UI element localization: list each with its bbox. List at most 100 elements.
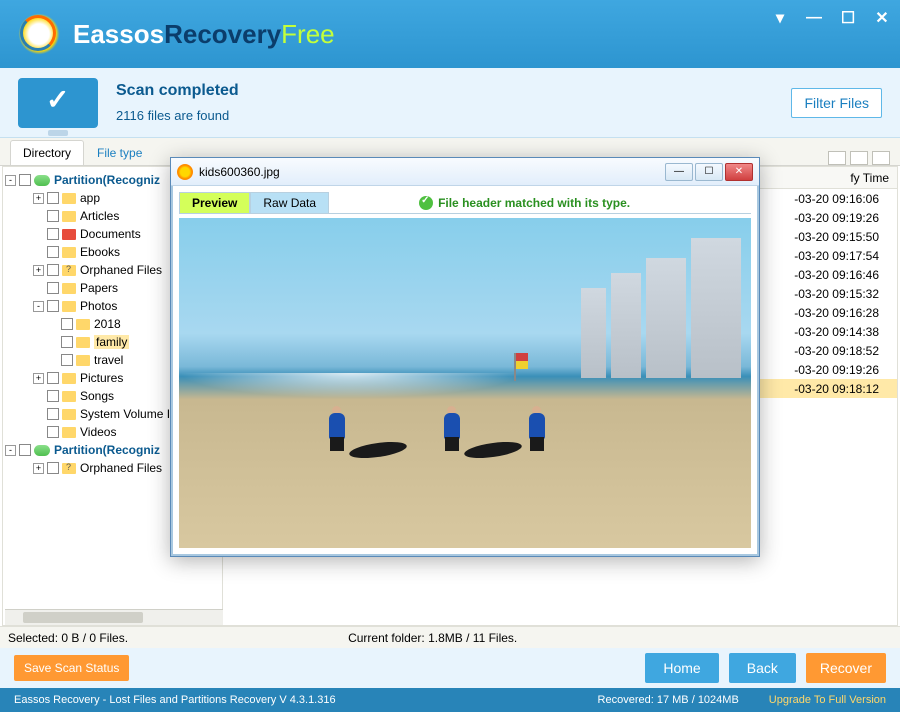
tree-checkbox[interactable] [47, 210, 59, 222]
dialog-file-icon [177, 164, 193, 180]
tab-filetype[interactable]: File type [84, 140, 155, 165]
expander-icon[interactable]: + [33, 265, 44, 276]
app-logo-icon [15, 10, 63, 58]
tree-checkbox[interactable] [61, 354, 73, 366]
view-large-icon[interactable] [828, 151, 846, 165]
col-modify-time[interactable]: fy Time [842, 171, 897, 185]
tree-checkbox[interactable] [19, 444, 31, 456]
tree-checkbox[interactable] [47, 426, 59, 438]
tree-node-label[interactable]: Articles [80, 209, 119, 223]
recover-button[interactable]: Recover [806, 653, 886, 683]
tree-node-label[interactable]: Videos [80, 425, 116, 439]
scan-complete-icon [18, 78, 98, 128]
expander-icon [47, 337, 58, 348]
file-modify-time: -03-20 09:15:32 [794, 287, 879, 301]
expander-icon [33, 409, 44, 420]
expander-icon [33, 229, 44, 240]
tree-node-label[interactable]: Orphaned Files [80, 263, 162, 277]
expander-icon[interactable]: - [5, 445, 16, 456]
tree-node-label[interactable]: Partition(Recogniz [54, 443, 160, 457]
tree-scrollbar-horizontal[interactable] [5, 609, 223, 625]
file-modify-time: -03-20 09:14:38 [794, 325, 879, 339]
tree-node-label[interactable]: app [80, 191, 100, 205]
tree-checkbox[interactable] [61, 336, 73, 348]
view-list-icon[interactable] [850, 151, 868, 165]
file-modify-time: -03-20 09:17:54 [794, 249, 879, 263]
filter-files-button[interactable]: Filter Files [791, 88, 882, 118]
tree-node-label[interactable]: travel [94, 353, 123, 367]
disk-icon [34, 445, 50, 456]
tree-checkbox[interactable] [47, 228, 59, 240]
expander-icon [33, 391, 44, 402]
tree-checkbox[interactable] [47, 408, 59, 420]
tree-node-label[interactable]: Pictures [80, 371, 123, 385]
file-modify-time: -03-20 09:16:46 [794, 268, 879, 282]
tree-node-label[interactable]: Ebooks [80, 245, 120, 259]
tab-preview[interactable]: Preview [179, 192, 250, 213]
tree-node-label[interactable]: Papers [80, 281, 118, 295]
view-detail-icon[interactable] [872, 151, 890, 165]
tree-node-label[interactable]: Songs [80, 389, 114, 403]
dialog-titlebar[interactable]: kids600360.jpg — ☐ ✕ [171, 158, 759, 186]
folder-icon [62, 409, 76, 420]
expander-icon[interactable]: + [33, 373, 44, 384]
minimize-icon[interactable]: — [806, 10, 822, 26]
expander-icon[interactable]: + [33, 463, 44, 474]
dialog-close-icon[interactable]: ✕ [725, 163, 753, 181]
expander-icon [33, 283, 44, 294]
dialog-filename: kids600360.jpg [199, 165, 280, 179]
status-subtitle: 2116 files are found [116, 108, 791, 123]
disk-icon [34, 175, 50, 186]
tree-checkbox[interactable] [19, 174, 31, 186]
tree-checkbox[interactable] [47, 390, 59, 402]
expander-icon [33, 247, 44, 258]
tree-node-label[interactable]: Documents [80, 227, 141, 241]
save-scan-status-button[interactable]: Save Scan Status [14, 655, 129, 681]
tree-checkbox[interactable] [61, 318, 73, 330]
dialog-body: Preview Raw Data File header matched wit… [171, 186, 759, 556]
tree-checkbox[interactable] [47, 372, 59, 384]
home-button[interactable]: Home [645, 653, 718, 683]
tree-checkbox[interactable] [47, 264, 59, 276]
expander-icon[interactable]: + [33, 193, 44, 204]
folder-icon [62, 211, 76, 222]
expander-icon[interactable]: - [33, 301, 44, 312]
preview-image [179, 218, 751, 548]
file-modify-time: -03-20 09:18:12 [794, 382, 879, 396]
app-title: EassosRecoveryFree [73, 19, 335, 50]
question-icon [62, 265, 76, 276]
bin-icon [62, 229, 76, 240]
tree-checkbox[interactable] [47, 246, 59, 258]
tree-node-label[interactable]: 2018 [94, 317, 121, 331]
file-modify-time: -03-20 09:19:26 [794, 363, 879, 377]
tree-checkbox[interactable] [47, 300, 59, 312]
dialog-minimize-icon[interactable]: — [665, 163, 693, 181]
upgrade-link[interactable]: Upgrade To Full Version [769, 694, 886, 706]
tree-checkbox[interactable] [47, 282, 59, 294]
back-button[interactable]: Back [729, 653, 796, 683]
tree-node-label[interactable]: Photos [80, 299, 117, 313]
product-version: Eassos Recovery - Lost Files and Partiti… [14, 694, 336, 706]
tree-node-label[interactable]: Partition(Recogniz [54, 173, 160, 187]
expander-icon [33, 427, 44, 438]
check-icon [419, 196, 433, 210]
tree-checkbox[interactable] [47, 462, 59, 474]
tree-node-label[interactable]: Orphaned Files [80, 461, 162, 475]
tab-raw-data[interactable]: Raw Data [250, 192, 329, 213]
tree-node-label[interactable]: family [94, 335, 129, 349]
file-modify-time: -03-20 09:15:50 [794, 230, 879, 244]
close-icon[interactable]: ✕ [874, 10, 890, 26]
tree-node-label[interactable]: System Volume In [80, 407, 177, 421]
maximize-icon[interactable]: ☐ [840, 10, 856, 26]
folder-icon [76, 355, 90, 366]
status-bar: Scan completed 2116 files are found Filt… [0, 68, 900, 138]
tab-directory[interactable]: Directory [10, 140, 84, 165]
expander-icon[interactable]: - [5, 175, 16, 186]
tree-checkbox[interactable] [47, 192, 59, 204]
preview-dialog: kids600360.jpg — ☐ ✕ Preview Raw Data Fi… [170, 157, 760, 557]
folder-icon [62, 247, 76, 258]
folder-icon [62, 193, 76, 204]
dropdown-icon[interactable]: ▾ [772, 10, 788, 26]
folder-icon [76, 319, 90, 330]
dialog-maximize-icon[interactable]: ☐ [695, 163, 723, 181]
